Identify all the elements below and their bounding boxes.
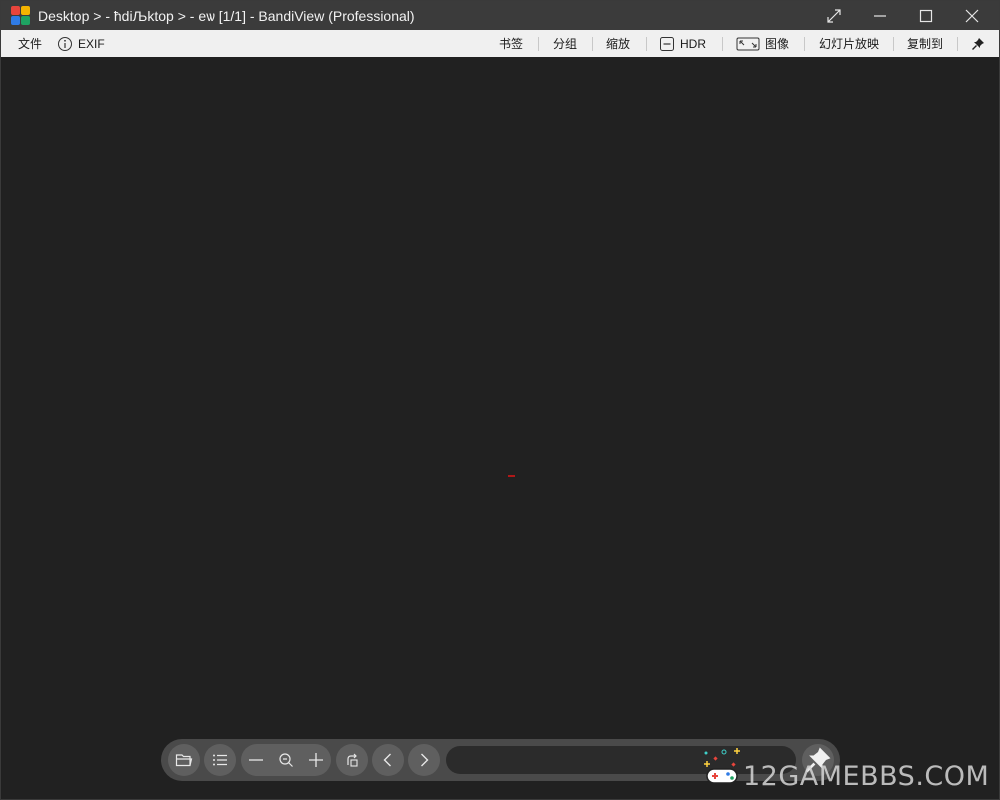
app-window: Desktop > - ħdiЉktop > - eѡ [1/1] - Band… bbox=[0, 0, 1000, 800]
menu-pin[interactable] bbox=[971, 30, 990, 57]
info-icon bbox=[58, 36, 72, 51]
next-button[interactable] bbox=[408, 744, 440, 776]
image-resize-icon bbox=[736, 37, 760, 50]
bandiview-logo-icon bbox=[11, 6, 31, 26]
menu-group-label: 分组 bbox=[553, 37, 578, 51]
menu-zoom[interactable]: 缩放 bbox=[606, 30, 630, 57]
menu-slideshow-label: 幻灯片放映 bbox=[819, 37, 880, 51]
chevron-right-icon bbox=[421, 753, 429, 767]
menu-divider bbox=[646, 37, 647, 51]
menu-divider bbox=[957, 37, 958, 51]
menu-hdr[interactable]: HDR bbox=[659, 30, 706, 57]
menu-divider bbox=[893, 37, 894, 51]
zoom-out-icon bbox=[249, 759, 263, 761]
previous-button[interactable] bbox=[372, 744, 404, 776]
title-bar[interactable]: Desktop > - ħdiЉktop > - eѡ [1/1] - Band… bbox=[1, 1, 999, 30]
watermark-gamepad-icon bbox=[704, 748, 740, 784]
rotate-icon bbox=[347, 753, 358, 767]
zoom-controls bbox=[241, 744, 331, 776]
rotate-button[interactable] bbox=[336, 744, 368, 776]
zoom-out-button[interactable] bbox=[241, 744, 271, 776]
menu-copy-to[interactable]: 复制到 bbox=[907, 30, 943, 57]
fullscreen-button[interactable] bbox=[811, 1, 857, 30]
close-button[interactable] bbox=[949, 1, 995, 30]
zoom-fit-button[interactable] bbox=[271, 744, 301, 776]
menu-divider bbox=[722, 37, 723, 51]
minimize-icon bbox=[874, 14, 886, 17]
window-title: Desktop > - ħdiЉktop > - eѡ [1/1] - Band… bbox=[38, 8, 415, 24]
menu-exif-label: EXIF bbox=[78, 36, 105, 51]
hdr-toggle-icon bbox=[660, 36, 674, 51]
list-icon bbox=[213, 754, 227, 766]
close-icon bbox=[965, 9, 979, 22]
watermark-text: 12GAMEBBS.COM bbox=[743, 761, 990, 792]
open-folder-icon bbox=[175, 754, 193, 767]
menu-divider bbox=[804, 37, 805, 51]
chevron-left-icon bbox=[383, 753, 391, 767]
menu-zoom-label: 缩放 bbox=[606, 37, 631, 51]
file-list-button[interactable] bbox=[204, 744, 236, 776]
pin-icon bbox=[972, 37, 984, 50]
image-canvas[interactable] bbox=[2, 57, 999, 799]
zoom-in-icon bbox=[309, 753, 323, 767]
menu-hdr-label: HDR bbox=[680, 36, 706, 51]
menu-image-label: 图像 bbox=[765, 37, 790, 51]
zoom-fit-icon bbox=[279, 753, 293, 767]
menu-bookmark[interactable]: 书签 bbox=[499, 30, 523, 57]
menu-group[interactable]: 分组 bbox=[553, 30, 577, 57]
image-pixel-mark bbox=[508, 475, 515, 477]
menu-file[interactable]: 文件 bbox=[18, 30, 42, 57]
zoom-in-button[interactable] bbox=[301, 744, 331, 776]
minimize-button[interactable] bbox=[857, 1, 903, 30]
menu-bookmark-label: 书签 bbox=[499, 37, 524, 51]
menu-divider bbox=[538, 37, 539, 51]
maximize-button[interactable] bbox=[903, 1, 949, 30]
menu-slideshow[interactable]: 幻灯片放映 bbox=[819, 30, 879, 57]
maximize-icon bbox=[919, 9, 933, 22]
menu-file-label: 文件 bbox=[18, 37, 43, 51]
menu-image[interactable]: 图像 bbox=[736, 30, 789, 57]
expand-icon bbox=[827, 8, 841, 23]
menu-bar: 文件 EXIF 书签 分组 缩放 HDR 图像 幻灯片放映 复制到 bbox=[1, 30, 999, 57]
menu-divider bbox=[592, 37, 593, 51]
menu-exif[interactable]: EXIF bbox=[57, 30, 105, 57]
menu-copy-to-label: 复制到 bbox=[907, 37, 944, 51]
open-folder-button[interactable] bbox=[168, 744, 200, 776]
